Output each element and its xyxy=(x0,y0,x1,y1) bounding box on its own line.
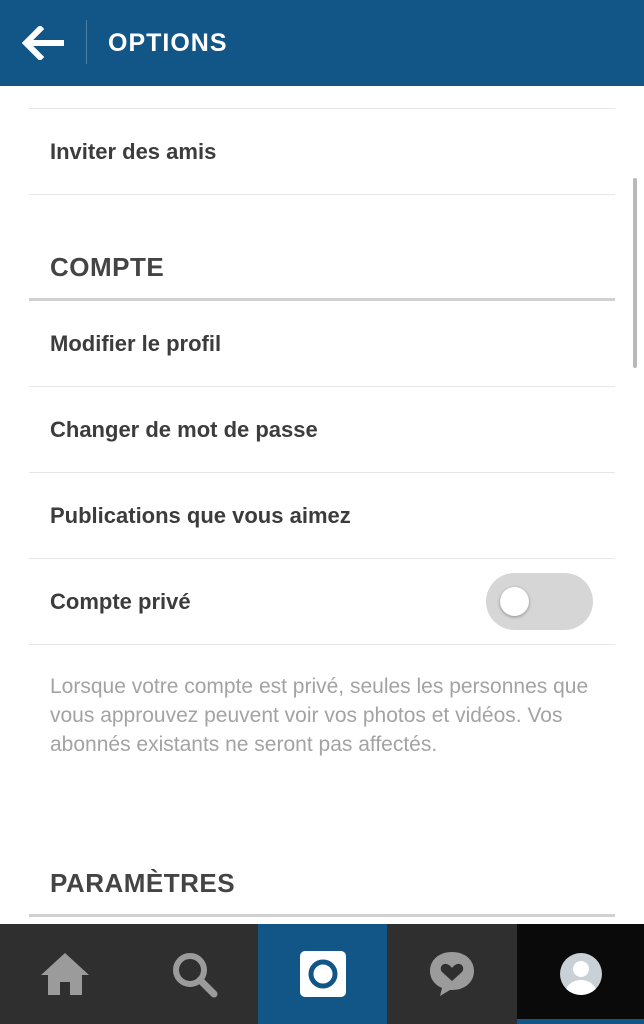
scrollbar-thumb[interactable] xyxy=(633,178,637,368)
private-account-description: Lorsque votre compte est privé, seules l… xyxy=(50,675,589,756)
options-list[interactable]: Inviter des amis COMPTE Modifier le prof… xyxy=(0,86,644,924)
private-account-label: Compte privé xyxy=(50,588,191,614)
search-icon xyxy=(172,953,217,998)
nav-home-button[interactable] xyxy=(0,924,129,1024)
toggle-knob xyxy=(500,587,529,616)
nav-search-button[interactable] xyxy=(129,924,258,1024)
app-header: OPTIONS xyxy=(0,0,644,86)
section-divider xyxy=(29,914,615,917)
home-icon xyxy=(40,953,89,995)
nav-activity-button[interactable] xyxy=(387,924,517,1024)
change-password-item[interactable]: Changer de mot de passe xyxy=(29,387,615,473)
invite-friends-item[interactable]: Inviter des amis xyxy=(29,109,615,195)
private-account-toggle[interactable] xyxy=(486,573,593,630)
back-button[interactable] xyxy=(0,0,86,86)
activity-heart-icon xyxy=(430,952,474,996)
section-title-account: COMPTE xyxy=(50,252,165,282)
nav-camera-button[interactable] xyxy=(258,924,387,1024)
profile-avatar-icon xyxy=(559,953,602,995)
header-divider xyxy=(86,20,87,64)
liked-posts-item[interactable]: Publications que vous aimez xyxy=(29,473,615,559)
private-account-row[interactable]: Compte privé xyxy=(29,559,615,645)
nav-profile-button[interactable] xyxy=(517,924,644,1024)
bottom-navigation xyxy=(0,924,644,1024)
section-title-settings: PARAMÈTRES xyxy=(50,868,236,898)
arrow-left-icon xyxy=(22,26,64,60)
page-title: OPTIONS xyxy=(108,29,228,57)
camera-icon xyxy=(299,951,346,997)
edit-profile-item[interactable]: Modifier le profil xyxy=(29,301,615,387)
